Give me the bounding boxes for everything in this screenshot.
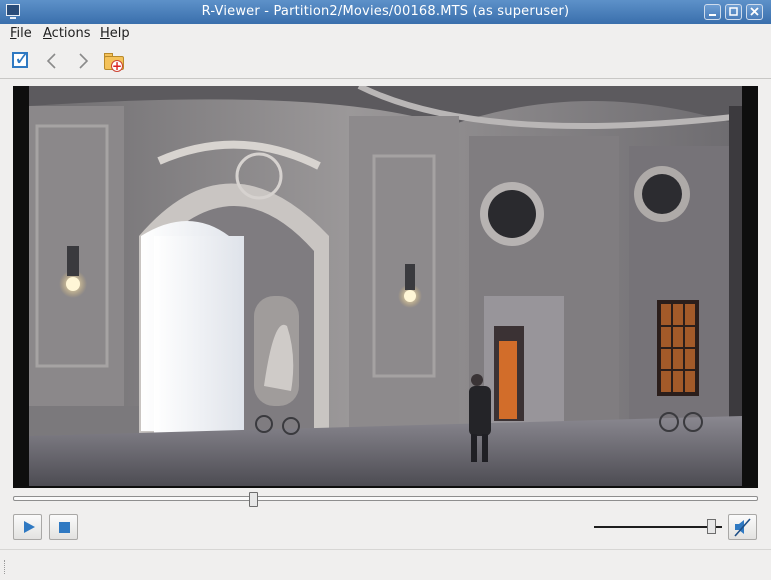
resize-grip-icon[interactable] xyxy=(4,560,7,574)
stop-button[interactable] xyxy=(49,514,78,540)
previous-button[interactable] xyxy=(41,50,63,72)
play-icon xyxy=(24,521,35,533)
recover-plus-icon: + xyxy=(111,59,123,73)
speaker-muted-icon xyxy=(734,518,751,537)
window-title: R-Viewer - Partition2/Movies/00168.MTS (… xyxy=(201,4,570,19)
checkmark-icon: ✓ xyxy=(14,46,31,70)
seek-handle[interactable] xyxy=(249,492,258,507)
volume-slider[interactable] xyxy=(594,519,722,535)
maximize-icon xyxy=(729,7,738,16)
video-display[interactable] xyxy=(13,86,758,488)
stop-icon xyxy=(59,522,70,533)
video-frame-image xyxy=(29,86,742,486)
status-bar xyxy=(0,549,771,580)
recover-folder-button[interactable]: + xyxy=(103,50,125,72)
next-button[interactable] xyxy=(72,50,94,72)
play-button[interactable] xyxy=(13,514,42,540)
mute-button[interactable] xyxy=(728,514,757,540)
maximize-button[interactable] xyxy=(725,4,742,20)
close-icon xyxy=(750,7,759,16)
seek-slider[interactable] xyxy=(13,492,758,507)
menu-bar: File Actions Help xyxy=(0,24,771,44)
chevron-left-icon xyxy=(46,53,56,69)
close-button[interactable] xyxy=(746,4,763,20)
menu-help[interactable]: Help xyxy=(100,26,130,41)
chevron-right-icon xyxy=(79,53,89,69)
volume-track[interactable] xyxy=(594,526,722,528)
minimize-icon xyxy=(709,14,716,16)
menu-actions[interactable]: Actions xyxy=(43,26,91,41)
minimize-button[interactable] xyxy=(704,4,721,20)
toolbar: ✓ + xyxy=(0,44,771,79)
seek-track[interactable] xyxy=(13,496,758,501)
title-bar: R-Viewer - Partition2/Movies/00168.MTS (… xyxy=(0,0,771,24)
volume-handle[interactable] xyxy=(707,519,716,534)
select-checkbox-button[interactable]: ✓ xyxy=(10,46,32,72)
menu-file[interactable]: File xyxy=(10,26,32,41)
